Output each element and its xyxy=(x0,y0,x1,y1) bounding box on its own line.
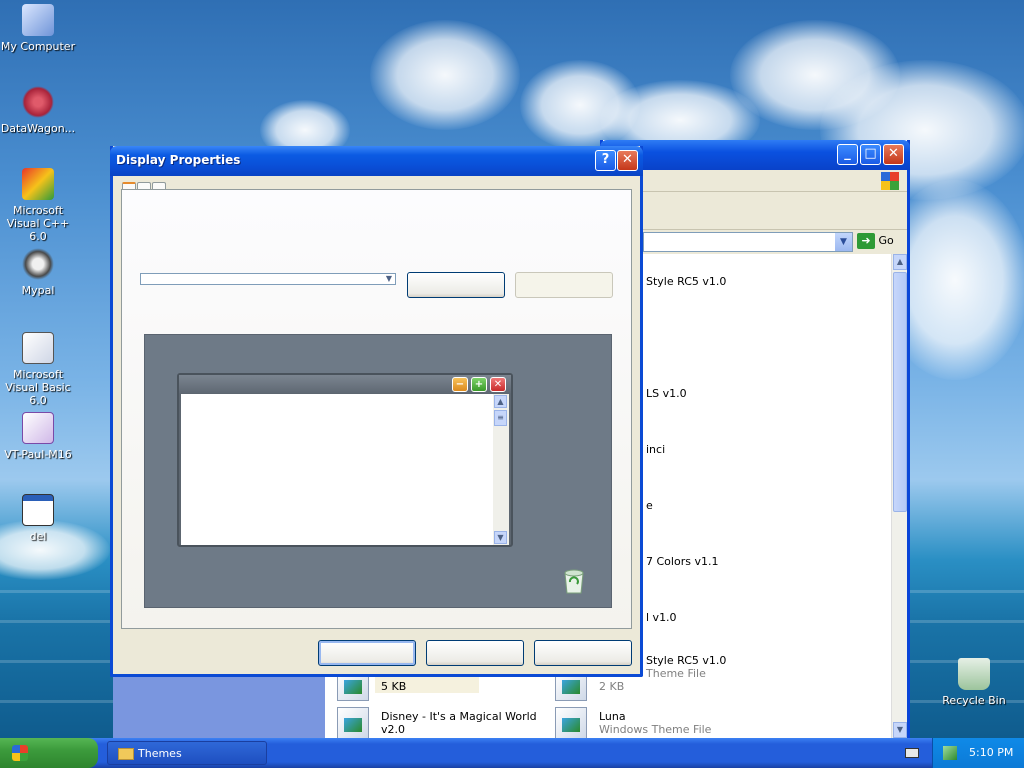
file-item-name[interactable]: Style RC5 v1.0 xyxy=(646,654,726,667)
help-button[interactable]: ? xyxy=(595,150,616,171)
vt-paul-icon xyxy=(22,412,54,444)
explorer-window: _ □ ✕ ▼ ➜ Go Style RC5 v1.0 LS v1.0 inci… xyxy=(600,140,910,738)
display-properties-dialog: Display Properties ? ✕ ▼ − + ✕ ▲ ≡ ▼ xyxy=(110,146,643,677)
system-tray: 5:10 PM xyxy=(932,738,1024,768)
taskbar-button-themes[interactable]: Themes xyxy=(107,741,267,765)
mypal-icon xyxy=(22,248,54,280)
scroll-thumb: ≡ xyxy=(494,410,507,426)
scroll-up-button[interactable]: ▲ xyxy=(893,254,907,270)
file-item-name[interactable]: inci xyxy=(646,443,665,456)
dialog-titlebar[interactable]: Display Properties ? ✕ xyxy=(110,146,643,176)
taskbar-button-label: Themes xyxy=(138,747,182,760)
minimize-button[interactable]: _ xyxy=(837,144,858,165)
desktop-icon-label: del xyxy=(29,530,47,543)
tab-page: ▼ − + ✕ ▲ ≡ ▼ xyxy=(121,189,632,629)
desktop-icon-del[interactable]: del xyxy=(0,494,76,543)
address-bar: ▼ ➜ Go xyxy=(603,230,907,254)
menu-bar xyxy=(603,170,907,192)
go-button[interactable]: ➜ Go xyxy=(857,233,907,251)
vertical-scrollbar[interactable]: ▲ ▼ xyxy=(891,254,907,738)
preview-window-titlebar: − + ✕ xyxy=(179,375,511,393)
preview-scrollbar: ▲ ≡ ▼ xyxy=(493,394,509,545)
ok-button[interactable] xyxy=(318,640,416,666)
close-button[interactable]: ✕ xyxy=(883,144,904,165)
desktop-icon-datawagon[interactable]: DataWagon... xyxy=(0,86,76,135)
desktop-icon-label: My Computer xyxy=(0,40,76,53)
theme-preview: − + ✕ ▲ ≡ ▼ xyxy=(144,334,612,608)
desktop-icon-my-computer[interactable]: My Computer xyxy=(0,4,76,53)
scroll-down-button[interactable]: ▼ xyxy=(893,722,907,738)
file-item-name[interactable]: LS v1.0 xyxy=(646,387,687,400)
file-item-name[interactable]: 7 Colors v1.1 xyxy=(646,555,718,568)
desktop-icon-label: Microsoft Visual C++ 6.0 xyxy=(6,204,70,243)
chevron-down-icon[interactable]: ▼ xyxy=(383,274,395,284)
scroll-thumb[interactable] xyxy=(893,272,907,512)
close-icon: ✕ xyxy=(490,377,506,392)
folder-icon xyxy=(118,748,134,760)
recycle-bin-icon xyxy=(559,565,589,595)
chevron-down-icon[interactable]: ▼ xyxy=(835,233,852,251)
cloud xyxy=(370,20,520,130)
address-input[interactable]: ▼ xyxy=(643,232,853,252)
desktop-icon-label: Microsoft Visual Basic 6.0 xyxy=(5,368,71,407)
file-item-type: Theme File xyxy=(646,667,706,680)
preview-window-client xyxy=(181,394,493,545)
dialog-title: Display Properties xyxy=(116,153,241,167)
arrow-right-icon: ➜ xyxy=(857,233,875,249)
clock[interactable]: 5:10 PM xyxy=(969,746,1013,759)
file-list: Style RC5 v1.0 LS v1.0 inci e 7 Colors v… xyxy=(603,254,891,738)
windows-logo-icon xyxy=(12,745,28,761)
file-item-size: 2 KB xyxy=(599,680,625,693)
datawagon-icon xyxy=(22,86,54,118)
file-item-name[interactable]: l v1.0 xyxy=(646,611,677,624)
scroll-up-icon: ▲ xyxy=(494,395,507,408)
file-list-lower: 5 KB 2 KB Disney - It's a Magical World … xyxy=(325,669,711,739)
explorer-titlebar[interactable]: _ □ ✕ xyxy=(600,140,910,170)
cancel-button[interactable] xyxy=(426,640,524,666)
minimize-icon: − xyxy=(452,377,468,392)
taskbar: Themes 5:10 PM xyxy=(0,738,1024,768)
delete-button xyxy=(515,272,613,298)
computer-icon xyxy=(22,4,54,36)
file-item-name[interactable]: e xyxy=(646,499,653,512)
windows-logo-icon xyxy=(881,172,899,190)
desktop-icon-visual-cpp[interactable]: Microsoft Visual C++ 6.0 xyxy=(0,168,76,243)
desktop-icon-label: VT-Paul-M16 xyxy=(4,448,72,461)
preview-window: − + ✕ ▲ ≡ ▼ xyxy=(177,373,513,547)
file-item-type: Windows Theme File xyxy=(599,723,712,736)
desktop-icon-mypal[interactable]: Mypal xyxy=(0,248,76,297)
explorer-task-pane xyxy=(113,675,325,738)
batch-file-icon xyxy=(22,494,54,526)
theme-select[interactable]: ▼ xyxy=(140,273,396,285)
desktop-icon-label: Recycle Bin xyxy=(942,694,1006,707)
desktop-icon-recycle-bin[interactable]: Recycle Bin xyxy=(936,658,1012,707)
save-as-button[interactable] xyxy=(407,272,505,298)
apply-button[interactable] xyxy=(534,640,632,666)
visual-cpp-icon xyxy=(22,168,54,200)
toolbar xyxy=(603,192,907,230)
file-item-size: 5 KB xyxy=(381,680,407,693)
close-button[interactable]: ✕ xyxy=(617,150,638,171)
file-item-name[interactable]: Luna xyxy=(599,710,626,723)
theme-file-icon xyxy=(555,707,587,739)
keyboard-icon[interactable] xyxy=(905,748,919,758)
visual-basic-icon xyxy=(22,332,54,364)
desktop-icon-label: Mypal xyxy=(21,284,55,297)
desktop-icon-visual-basic[interactable]: Microsoft Visual Basic 6.0 xyxy=(0,332,76,407)
go-label: Go xyxy=(878,234,894,247)
maximize-button[interactable]: □ xyxy=(860,144,881,165)
start-button[interactable] xyxy=(0,738,98,768)
file-item-name[interactable]: Disney - It's a Magical World v2.0 xyxy=(381,710,541,736)
file-item-name[interactable]: Style RC5 v1.0 xyxy=(646,275,726,288)
maximize-icon: + xyxy=(471,377,487,392)
network-icon[interactable] xyxy=(943,746,957,760)
recycle-bin-icon xyxy=(958,658,990,690)
theme-file-icon xyxy=(337,707,369,739)
desktop-icon-label: DataWagon... xyxy=(0,122,76,135)
scroll-down-icon: ▼ xyxy=(494,531,507,544)
desktop-icon-vt-paul[interactable]: VT-Paul-M16 xyxy=(0,412,76,461)
